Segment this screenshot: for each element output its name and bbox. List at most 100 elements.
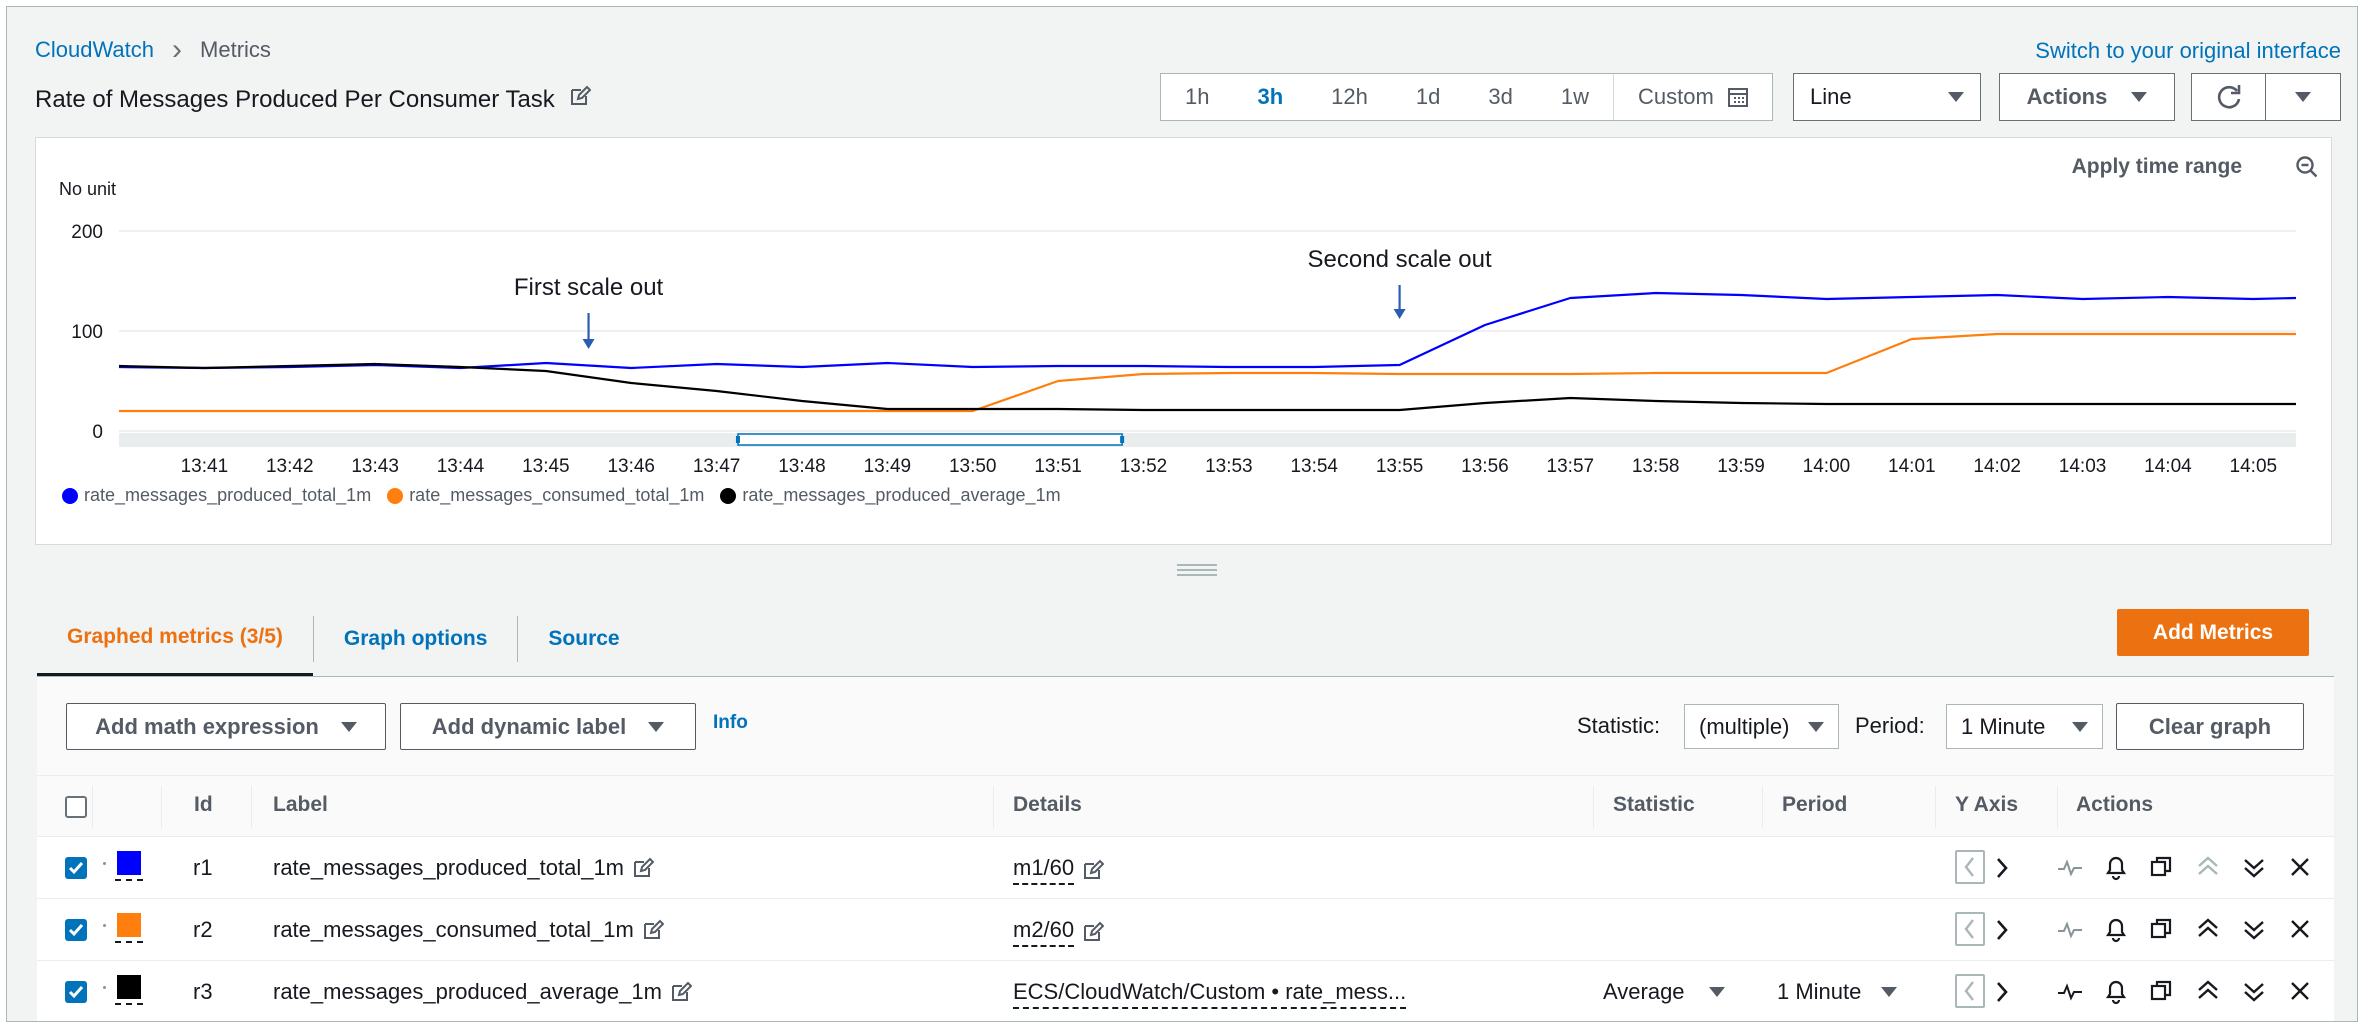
info-link[interactable]: Info	[713, 712, 748, 734]
table-row: r3 rate_messages_produced_average_1m ECS…	[37, 961, 2334, 1021]
series-color-swatch[interactable]	[117, 975, 141, 999]
metrics-line-chart[interactable]: 0 100 200 13:41 13:42 13:43 13:44 13:45 13:46 13:…	[35, 137, 2332, 477]
duplicate-icon[interactable]	[2149, 915, 2175, 948]
y-axis-left-toggle[interactable]	[1955, 974, 1985, 1008]
x-tick-label: 13:46	[607, 456, 655, 477]
y-axis-right-toggle[interactable]	[1990, 975, 2014, 1014]
resize-handle-icon[interactable]	[1177, 563, 1217, 582]
range-3d[interactable]: 3d	[1464, 74, 1536, 120]
range-1w[interactable]: 1w	[1537, 74, 1613, 120]
series-line-2[interactable]	[119, 332, 2296, 413]
add-dynamic-label-button[interactable]: Add dynamic label	[400, 703, 696, 750]
row-statistic-select[interactable]: Average	[1603, 979, 1725, 1005]
select-all-checkbox[interactable]	[65, 796, 87, 818]
move-up-icon[interactable]	[2195, 915, 2221, 948]
row-label-cell[interactable]: rate_messages_produced_average_1m	[273, 979, 692, 1005]
statistic-select[interactable]: (multiple)	[1684, 704, 1839, 749]
y-axis-right-toggle[interactable]	[1990, 851, 2014, 890]
move-down-icon[interactable]	[2241, 915, 2267, 948]
actions-dropdown-button[interactable]: Actions	[1999, 73, 2175, 121]
bell-icon[interactable]	[2103, 977, 2129, 1010]
edit-title-icon[interactable]	[569, 85, 592, 114]
row-details-cell[interactable]: m1/60	[1013, 855, 1105, 885]
move-up-icon[interactable]	[2195, 853, 2221, 886]
edit-icon[interactable]	[632, 857, 655, 879]
anomaly-detection-icon[interactable]	[2057, 915, 2083, 948]
x-tick-label: 13:58	[1632, 456, 1680, 477]
row-period-select[interactable]: 1 Minute	[1777, 979, 1898, 1005]
bell-icon[interactable]	[2103, 853, 2129, 886]
brush-handle-left	[735, 436, 740, 443]
row-label-cell[interactable]: rate_messages_consumed_total_1m	[273, 917, 664, 943]
bell-icon[interactable]	[2103, 915, 2129, 948]
x-tick-label: 14:01	[1888, 456, 1936, 477]
tab-graphed-metrics[interactable]: Graphed metrics (3/5)	[37, 601, 313, 677]
legend-item[interactable]: rate_messages_produced_average_1m	[720, 485, 1061, 506]
duplicate-icon[interactable]	[2149, 853, 2175, 886]
period-select[interactable]: 1 Minute	[1946, 704, 2103, 749]
anomaly-detection-icon[interactable]	[2057, 977, 2083, 1010]
x-tick-label: 13:57	[1547, 456, 1595, 477]
x-tick-label: 13:54	[1290, 456, 1338, 477]
row-label-cell[interactable]: rate_messages_produced_total_1m	[273, 855, 655, 881]
range-custom[interactable]: Custom	[1612, 74, 1772, 120]
edit-icon[interactable]	[1082, 921, 1105, 943]
clear-graph-label: Clear graph	[2148, 713, 2272, 739]
tab-graph-options[interactable]: Graph options	[314, 601, 518, 677]
edit-icon[interactable]	[670, 981, 692, 1003]
row-checkbox[interactable]	[65, 919, 87, 941]
range-3h[interactable]: 3h	[1233, 74, 1307, 120]
y-axis-left-toggle[interactable]	[1955, 912, 1985, 946]
metrics-toolbar: Add math expression Add dynamic label St…	[37, 677, 2334, 775]
column-header-label: Label	[273, 793, 328, 816]
range-1h[interactable]: 1h	[1161, 74, 1233, 120]
y-axis-left-toggle[interactable]	[1955, 850, 1985, 884]
caret-down-icon	[1881, 987, 1898, 997]
row-details-cell[interactable]: ECS/CloudWatch/Custom • rate_mess...	[1013, 979, 1407, 1009]
refresh-options-dropdown[interactable]	[2265, 73, 2341, 121]
row-checkbox[interactable]	[65, 857, 87, 879]
calendar-icon	[1727, 88, 1748, 107]
edit-icon[interactable]	[1082, 859, 1105, 881]
legend-item[interactable]: rate_messages_produced_total_1m	[62, 485, 371, 506]
move-up-icon[interactable]	[2195, 977, 2221, 1010]
remove-icon[interactable]	[2287, 977, 2313, 1010]
y-axis-right-toggle[interactable]	[1990, 913, 2014, 952]
time-window-brush	[737, 433, 1123, 446]
edit-icon[interactable]	[642, 919, 664, 941]
row-details-cell[interactable]: m2/60	[1013, 917, 1105, 947]
add-math-expression-button[interactable]: Add math expression	[66, 703, 386, 750]
column-divider	[1762, 786, 1763, 828]
clear-graph-button[interactable]: Clear graph	[2116, 703, 2304, 750]
view-type-select[interactable]: Line	[1793, 73, 1981, 121]
move-down-icon[interactable]	[2241, 977, 2267, 1010]
duplicate-icon[interactable]	[2149, 977, 2175, 1010]
move-down-icon[interactable]	[2241, 853, 2267, 886]
column-header-id: Id	[194, 793, 213, 816]
caret-down-icon	[2295, 92, 2311, 102]
breadcrumb-cloudwatch-link[interactable]: CloudWatch	[35, 37, 154, 63]
remove-icon[interactable]	[2287, 853, 2313, 886]
x-tick-label: 13:45	[522, 456, 570, 477]
legend-item[interactable]: rate_messages_consumed_total_1m	[387, 485, 704, 506]
x-tick-label: 13:51	[1034, 456, 1082, 477]
range-1d[interactable]: 1d	[1392, 74, 1464, 120]
page-title: Rate of Messages Produced Per Consumer T…	[35, 85, 555, 113]
range-12h[interactable]: 12h	[1307, 74, 1392, 120]
series-color-swatch[interactable]	[117, 913, 141, 937]
legend-color-dot	[387, 487, 404, 504]
remove-icon[interactable]	[2287, 915, 2313, 948]
add-metrics-button[interactable]: Add Metrics	[2117, 609, 2309, 656]
refresh-button[interactable]	[2191, 73, 2267, 121]
switch-interface-link[interactable]: Switch to your original interface	[2035, 38, 2341, 64]
anomaly-detection-icon[interactable]	[2057, 853, 2083, 886]
series-line-3[interactable]	[118, 362, 2296, 412]
row-checkbox[interactable]	[65, 981, 87, 1003]
series-color-swatch[interactable]	[117, 851, 141, 875]
y-tick-label: 0	[92, 422, 103, 443]
view-type-value: Line	[1810, 84, 1852, 109]
time-range-selector: 1h 3h 12h 1d 3d 1w Custom	[1160, 73, 1773, 121]
statistic-select-value: (multiple)	[1699, 713, 1790, 739]
row-label: rate_messages_produced_average_1m	[273, 979, 662, 1004]
tab-source[interactable]: Source	[518, 601, 649, 677]
